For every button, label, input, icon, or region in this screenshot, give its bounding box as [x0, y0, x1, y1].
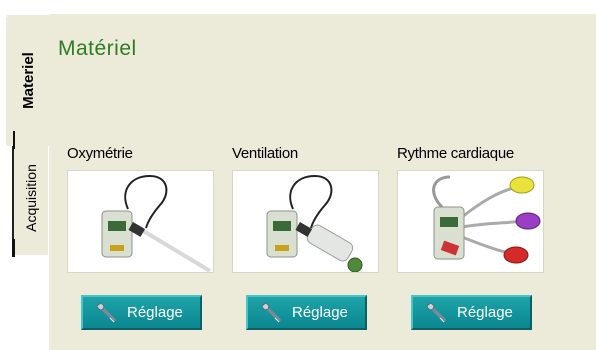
ecg-electrodes-icon [397, 170, 544, 273]
tab-edge-marker [13, 131, 15, 149]
reglage-button-label: Réglage [292, 304, 348, 321]
page-title: Matériel [58, 37, 137, 60]
tab-acquisition-label: Acquisition [23, 164, 40, 232]
tab-acquisition[interactable]: Acquisition [12, 140, 48, 257]
tab-edge-marker [12, 239, 15, 257]
wrench-icon [261, 301, 281, 322]
reglage-button-label: Réglage [127, 304, 183, 321]
vertical-tab-strip: Acquisition Materiel [0, 0, 50, 350]
wrench-icon [426, 301, 446, 322]
device-label: Ventilation [232, 145, 298, 162]
device-label: Rythme cardiaque [397, 145, 514, 162]
ventilation-sensor-icon [232, 170, 379, 273]
device-label: Oxymétrie [67, 145, 133, 162]
wrench-icon [96, 301, 116, 322]
tab-materiel-label: Materiel [20, 52, 38, 109]
reglage-button-rythme-cardiaque[interactable]: Réglage [411, 295, 532, 330]
reglage-button-oxymetrie[interactable]: Réglage [81, 295, 202, 330]
tab-strip-top [0, 0, 49, 14]
reglage-button-label: Réglage [457, 304, 513, 321]
reglage-button-ventilation[interactable]: Réglage [246, 295, 367, 330]
application-window: Acquisition Materiel Matériel Oxymétrie [0, 0, 596, 350]
tab-materiel[interactable]: Materiel [6, 14, 50, 149]
oximetry-sensor-icon [67, 170, 214, 273]
